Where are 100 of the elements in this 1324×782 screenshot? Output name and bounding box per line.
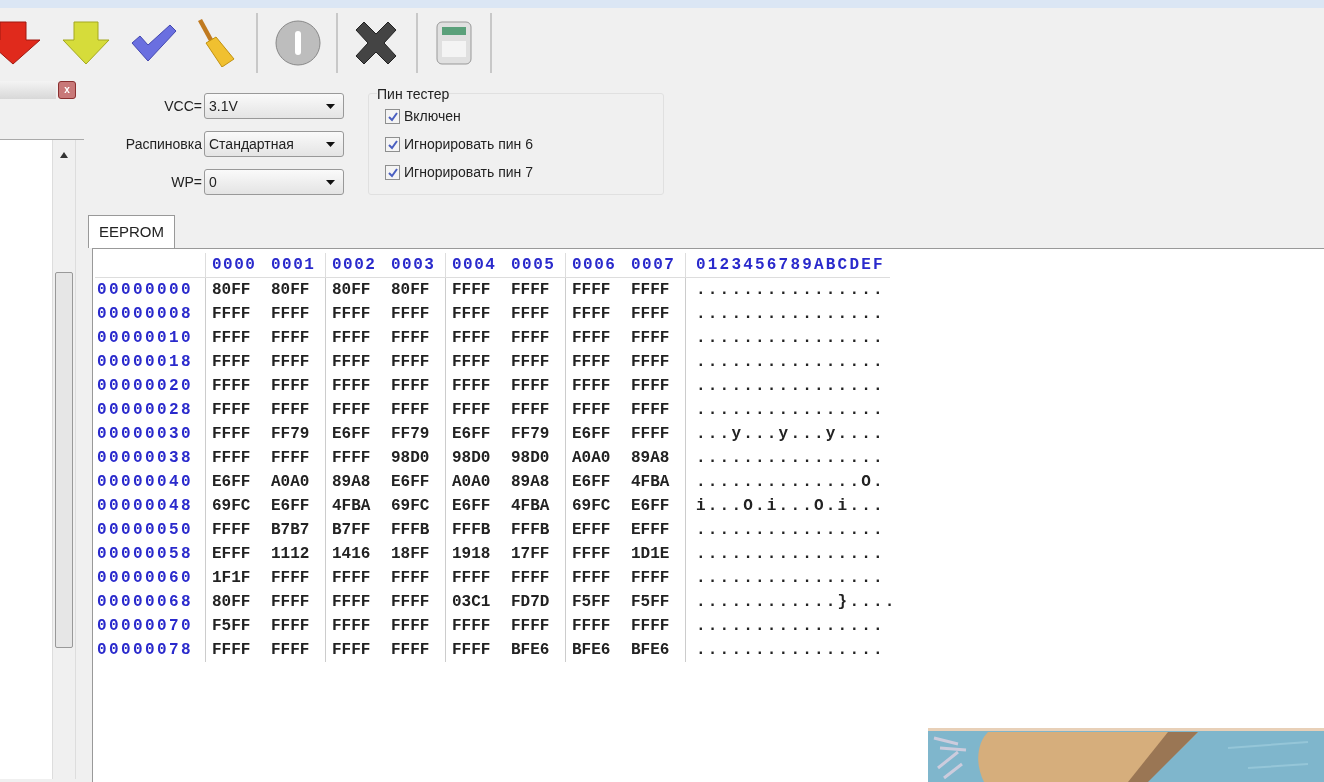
hex-cell: FFFF: [391, 569, 430, 587]
checkbox-label: Игнорировать пин 6: [404, 135, 534, 154]
hex-cell: 4FBA: [332, 497, 371, 515]
hex-cell: 4FBA: [631, 473, 670, 491]
hex-cell: 03C1: [452, 593, 491, 611]
ascii-cell: ................: [696, 569, 885, 587]
hex-cell: FFFF: [212, 377, 251, 395]
hex-cell: 1D1E: [631, 545, 670, 563]
hex-cell: BFE6: [572, 641, 611, 659]
ascii-cell: ................: [696, 281, 885, 299]
column-header: 0003: [391, 256, 436, 274]
hex-cell: 80FF: [391, 281, 430, 299]
checkbox[interactable]: [385, 165, 400, 180]
hex-cell: 1F1F: [212, 569, 251, 587]
row-address: 00000018: [97, 353, 193, 371]
scrollbar-thumb[interactable]: [55, 272, 73, 648]
hex-cell: 69FC: [212, 497, 251, 515]
hex-cell: 89A8: [511, 473, 550, 491]
hex-cell: FFFF: [511, 569, 550, 587]
row-address: 00000078: [97, 641, 193, 659]
hex-cell: FFFF: [332, 305, 371, 323]
dropdown[interactable]: Стандартная: [204, 131, 344, 157]
ascii-cell: ................: [696, 305, 885, 323]
hex-cell: FFFF: [212, 329, 251, 347]
hex-cell: A0A0: [572, 449, 611, 467]
scroll-up-icon[interactable]: [60, 152, 68, 158]
hex-cell: 18FF: [391, 545, 430, 563]
dropdown-arrow-icon: [326, 141, 335, 147]
hex-cell: FFFF: [511, 353, 550, 371]
hex-cell: FFFB: [452, 521, 491, 539]
hex-cell: E6FF: [271, 497, 310, 515]
hex-cell: FFFF: [212, 641, 251, 659]
hex-cell: 69FC: [572, 497, 611, 515]
hex-cell: 89A8: [332, 473, 371, 491]
hex-cell: A0A0: [452, 473, 491, 491]
hex-cell: 98D0: [452, 449, 491, 467]
hex-cell: 89A8: [631, 449, 670, 467]
hex-cell: 69FC: [391, 497, 430, 515]
ascii-cell: ................: [696, 401, 885, 419]
download-arrow-icon[interactable]: [0, 20, 42, 66]
hex-cell: E6FF: [212, 473, 251, 491]
checkbox-label: Включен: [404, 107, 461, 126]
ascii-cell: ................: [696, 329, 885, 347]
hex-cell: FFFB: [391, 521, 430, 539]
hex-cell: BFE6: [631, 641, 670, 659]
hex-cell: FFFF: [212, 521, 251, 539]
hex-cell: F5FF: [212, 617, 251, 635]
hex-cell: FFFF: [391, 377, 430, 395]
hex-cell: FFFF: [452, 569, 491, 587]
column-header: 0002: [332, 256, 377, 274]
column-header: 0004: [452, 256, 497, 274]
hex-cell: FFFF: [271, 353, 310, 371]
hex-cell: 98D0: [391, 449, 430, 467]
hex-cell: FFFF: [511, 377, 550, 395]
tab[interactable]: EEPROM: [88, 215, 175, 248]
info-icon[interactable]: [274, 19, 322, 67]
hex-cell: FFFF: [631, 377, 670, 395]
dropdown[interactable]: 3.1V: [204, 93, 344, 119]
checkbox[interactable]: [385, 109, 400, 124]
hex-cell: FFFF: [391, 401, 430, 419]
hex-cell: E6FF: [391, 473, 430, 491]
hex-cell: FFFF: [271, 593, 310, 611]
hex-cell: FFFF: [332, 377, 371, 395]
hex-cell: FFFF: [452, 329, 491, 347]
column-header: 0001: [271, 256, 316, 274]
hex-cell: FFFF: [271, 401, 310, 419]
hex-cell: FFFF: [271, 449, 310, 467]
hex-cell: FFFF: [452, 401, 491, 419]
column-header: 0005: [511, 256, 556, 274]
dropdown-arrow-icon: [326, 103, 335, 109]
dropdown-arrow-icon: [326, 179, 335, 185]
hex-cell: FFFF: [452, 305, 491, 323]
hex-cell: E6FF: [631, 497, 670, 515]
hex-cell: E6FF: [572, 473, 611, 491]
hex-cell: FFFF: [271, 617, 310, 635]
row-address: 00000048: [97, 497, 193, 515]
hex-cell: FD7D: [511, 593, 550, 611]
column-header: 0123456789ABCDEF: [696, 256, 885, 274]
hex-cell: FFFF: [631, 305, 670, 323]
hex-cell: FFFF: [572, 569, 611, 587]
scrollbar[interactable]: [52, 140, 76, 779]
field-label: VCC=: [164, 96, 202, 116]
hex-cell: FFFF: [572, 377, 611, 395]
hex-cell: FFFF: [332, 329, 371, 347]
ascii-cell: ............}....: [696, 593, 897, 611]
row-address: 00000028: [97, 401, 193, 419]
hex-cell: FFFF: [212, 425, 251, 443]
checkbox[interactable]: [385, 137, 400, 152]
hex-cell: FFFF: [332, 617, 371, 635]
ascii-cell: ................: [696, 641, 885, 659]
hex-cell: FFFF: [511, 329, 550, 347]
hex-cell: FFFF: [631, 329, 670, 347]
calculator-icon[interactable]: [436, 21, 472, 65]
hex-cell: FFFF: [271, 641, 310, 659]
column-header: 0006: [572, 256, 617, 274]
hex-cell: FFFF: [631, 617, 670, 635]
checkmark-icon[interactable]: [130, 23, 178, 63]
hex-cell: FFFF: [572, 617, 611, 635]
row-address: 00000058: [97, 545, 193, 563]
dropdown[interactable]: 0: [204, 169, 344, 195]
